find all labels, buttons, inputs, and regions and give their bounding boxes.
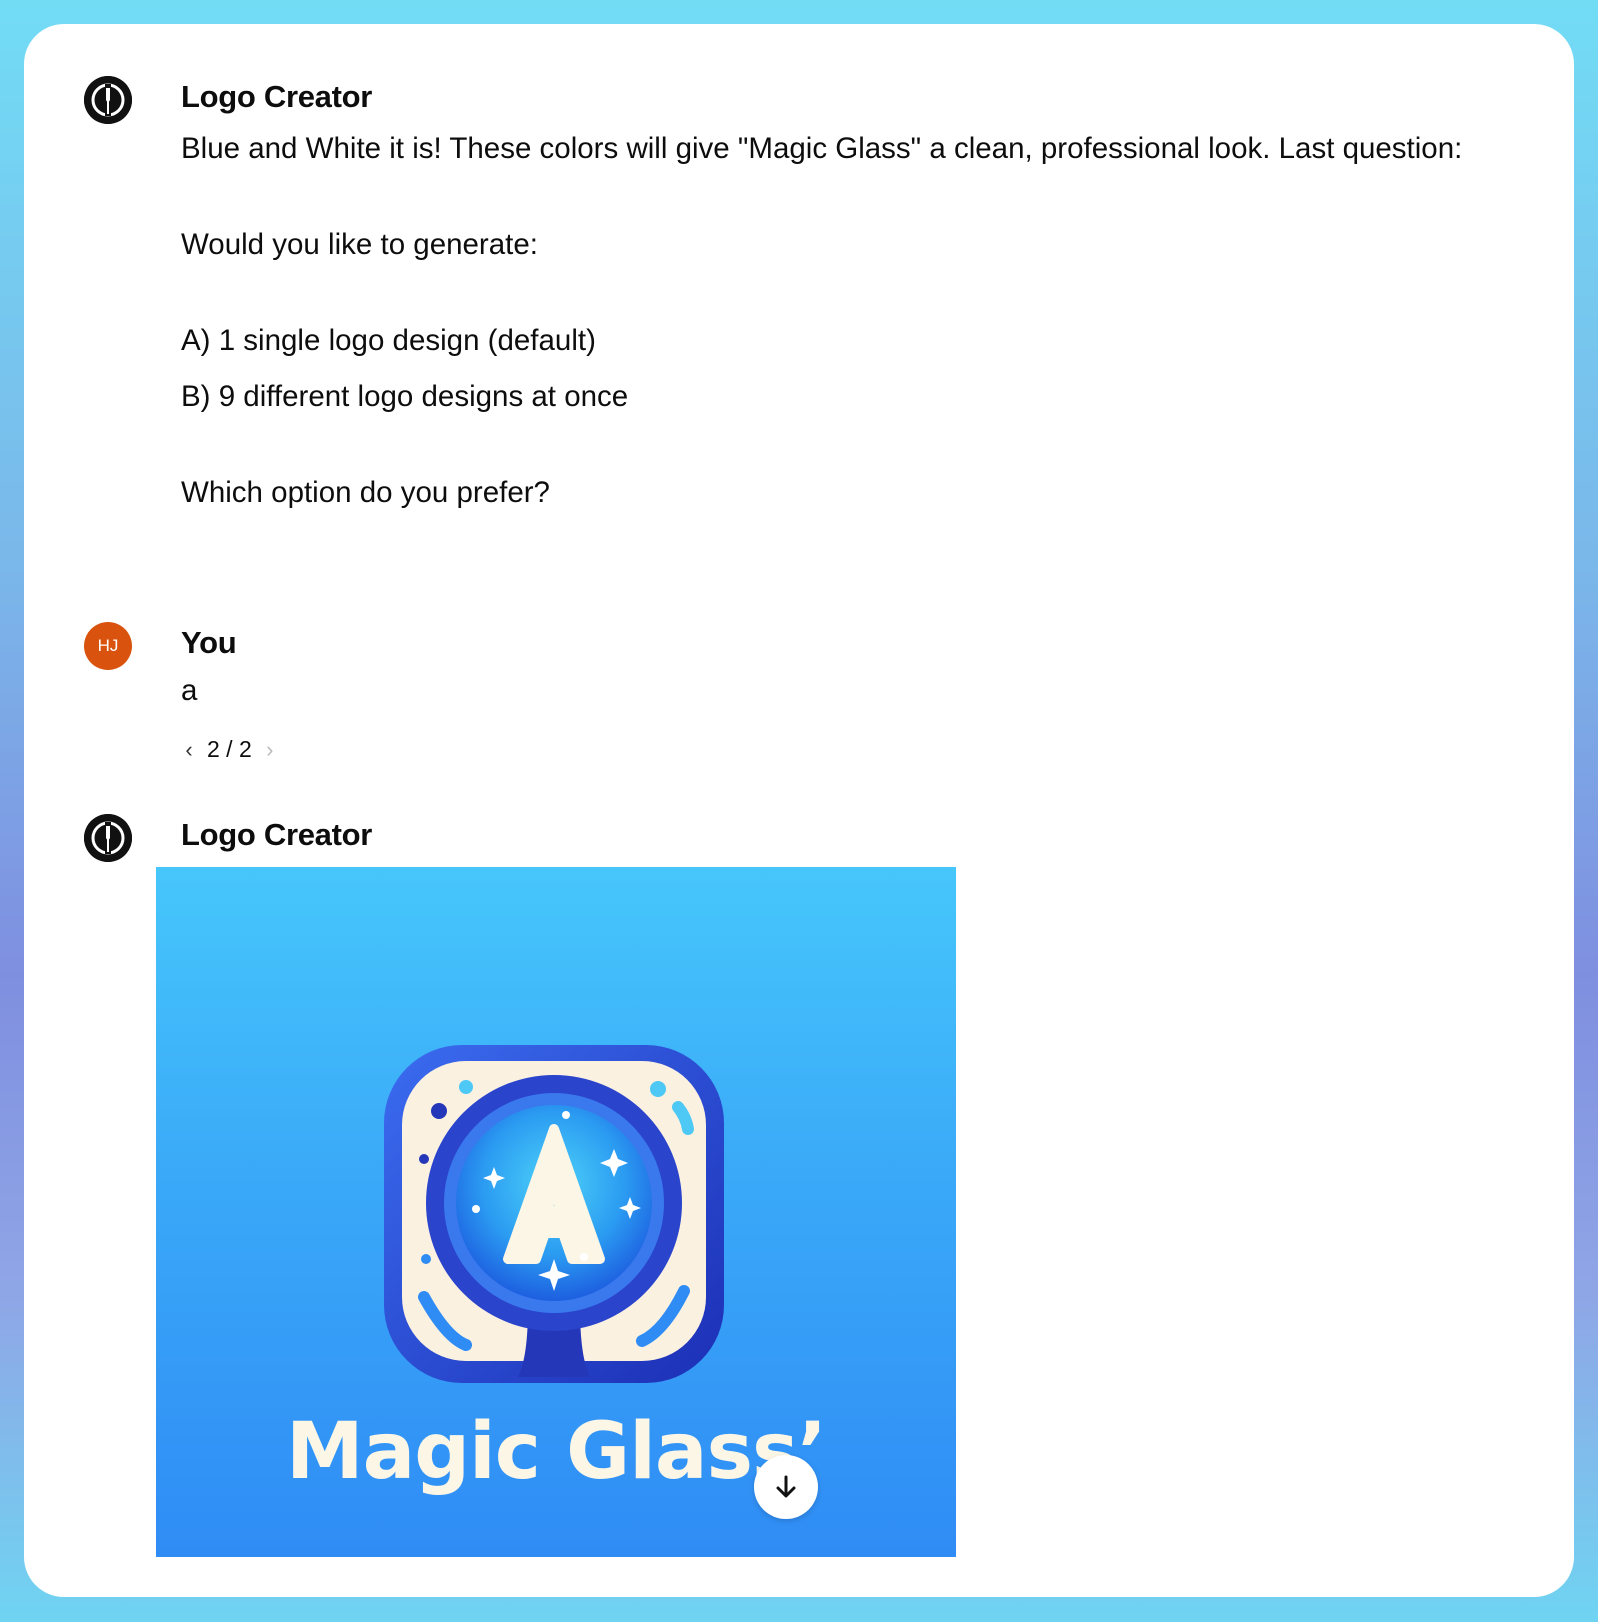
paintbrush-logo-icon (84, 814, 132, 862)
assistant-message: Logo Creator (84, 814, 1084, 874)
message-text: A) 1 single logo design (default) (181, 324, 596, 357)
logo-creator-avatar (84, 76, 132, 124)
paintbrush-logo-icon (84, 76, 132, 124)
message-text: Which option do you prefer? (181, 476, 550, 509)
generated-logo-image[interactable]: Magic Glass’ (156, 867, 956, 1557)
message-text: Blue and White it is! These colors will … (181, 132, 1463, 165)
pager-count: 2 / 2 (207, 736, 252, 762)
magic-glass-wordmark: Magic Glass’ (285, 1407, 827, 1497)
author-name: You (181, 625, 237, 660)
assistant-message: Logo Creator Blue and White it is! These… (84, 76, 1524, 536)
user-avatar: HJ (84, 622, 132, 670)
message-text: Would you like to generate: (181, 228, 538, 261)
response-pager: ‹ 2 / 2 › (181, 736, 278, 763)
download-button[interactable] (754, 1455, 818, 1519)
message-text: B) 9 different logo designs at once (181, 380, 629, 413)
author-name: Logo Creator (181, 817, 373, 852)
chat-card: Logo Creator Blue and White it is! These… (24, 24, 1574, 1597)
author-name: Logo Creator (181, 79, 373, 114)
message-text: a (181, 674, 198, 707)
chevron-right-icon[interactable]: › (262, 737, 278, 763)
arrow-down-icon (776, 1475, 796, 1498)
logo-creator-avatar (84, 814, 132, 862)
chevron-left-icon[interactable]: ‹ (181, 737, 197, 763)
user-message: HJ You a ‹ 2 / 2 › (84, 622, 684, 772)
